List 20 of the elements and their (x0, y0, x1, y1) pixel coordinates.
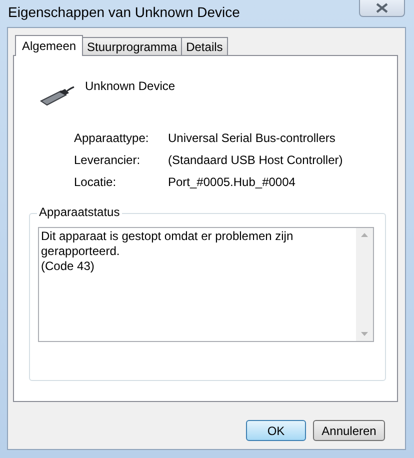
tab[interactable]: Algemeen (15, 35, 84, 56)
property-value: Port_#0005.Hub_#0004 (168, 174, 296, 190)
scroll-down-icon (361, 332, 368, 336)
property-label: Leverancier: (74, 152, 142, 168)
group-title: Apparaatstatus (37, 206, 122, 218)
device-name: Unknown Device (85, 78, 176, 95)
tab[interactable]: Details (181, 37, 228, 55)
status-text: Dit apparaat is gestopt omdat er problemen zijn gerapporteerd. (41, 229, 294, 259)
window-title: Eigenschappen van Unknown Device (8, 5, 240, 19)
dialog-button[interactable]: Annuleren (313, 420, 385, 441)
close-button[interactable] (359, 0, 405, 17)
status-text: (Code 43) (41, 259, 96, 274)
property-label: Locatie: (74, 174, 118, 190)
property-value: (Standaard USB Host Controller) (168, 152, 343, 168)
property-label: Apparaattype: (74, 130, 150, 146)
close-icon (376, 3, 388, 13)
dialog-button[interactable]: OK (246, 420, 306, 441)
scroll-up-icon (361, 233, 368, 237)
property-value: Universal Serial Bus-controllers (168, 130, 336, 146)
tab[interactable]: Stuurprogramma (82, 37, 182, 55)
